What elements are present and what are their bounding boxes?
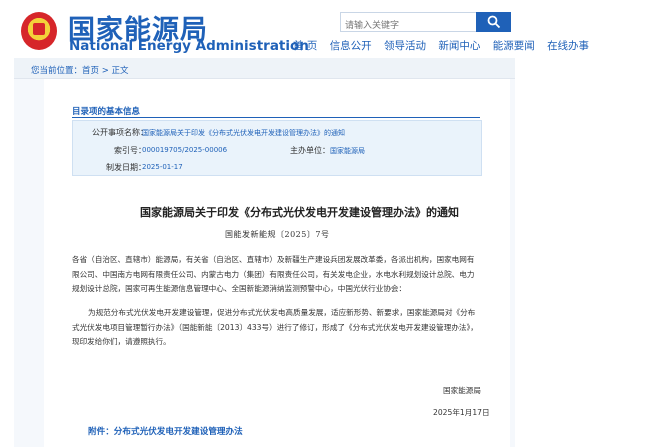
public-item-value: 国家能源局关于印发《分布式光伏发电开发建设管理办法》的通知	[142, 129, 345, 137]
nav-info-public[interactable]: 信息公开	[330, 40, 372, 52]
document-para-body: 为规范分布式光伏发电开发建设管理，促进分布式光伏发电高质量发展，适应新形势、新要…	[72, 308, 478, 346]
national-emblem-icon	[21, 12, 57, 50]
search-box	[340, 12, 478, 34]
page: 国家能源局 National Energy Administration 首 页…	[0, 0, 672, 447]
date-value: 2025-01-17	[142, 163, 183, 171]
owner-value: 国家能源局	[330, 147, 365, 155]
nav-home[interactable]: 首 页	[293, 40, 317, 52]
breadcrumb[interactable]: 您当前位置：首页 > 正文	[31, 64, 129, 76]
basic-info-title: 目录项的基本信息	[72, 107, 141, 117]
nav-news[interactable]: 新闻中心	[438, 40, 480, 52]
document-sign-date: 2025年1月17日	[433, 408, 490, 417]
site-logo-en[interactable]: National Energy Administration	[69, 38, 309, 54]
right-margin	[515, 0, 672, 447]
nav-energy-news[interactable]: 能源要闻	[493, 40, 535, 52]
basic-info-divider	[72, 117, 480, 118]
search-icon	[487, 15, 501, 29]
nav-leader[interactable]: 领导活动	[384, 40, 426, 52]
search-button[interactable]	[476, 12, 511, 32]
public-item-label: 公开事项名称：	[92, 128, 148, 137]
document-number: 国能发新能规〔2025〕7号	[225, 230, 330, 239]
main-nav: 首 页 信息公开 领导活动 新闻中心 能源要闻 在线办事	[293, 38, 598, 53]
document-signature: 国家能源局	[443, 386, 481, 395]
document-title: 国家能源局关于印发《分布式光伏发电开发建设管理办法》的通知	[140, 206, 459, 219]
date-label: 制发日期：	[106, 163, 146, 172]
document-para-recipients: 各省（自治区、直辖市）能源局，有关省（自治区、直辖市）及新疆生产建设兵团发展改革…	[72, 255, 475, 293]
nav-online-service[interactable]: 在线办事	[547, 40, 589, 52]
owner-label: 主办单位：	[290, 146, 330, 155]
attachment-link[interactable]: 附件：分布式光伏发电开发建设管理办法	[88, 425, 243, 437]
search-input[interactable]	[341, 16, 477, 34]
left-margin	[0, 0, 14, 447]
index-value: 000019705/2025-00006	[142, 146, 228, 154]
